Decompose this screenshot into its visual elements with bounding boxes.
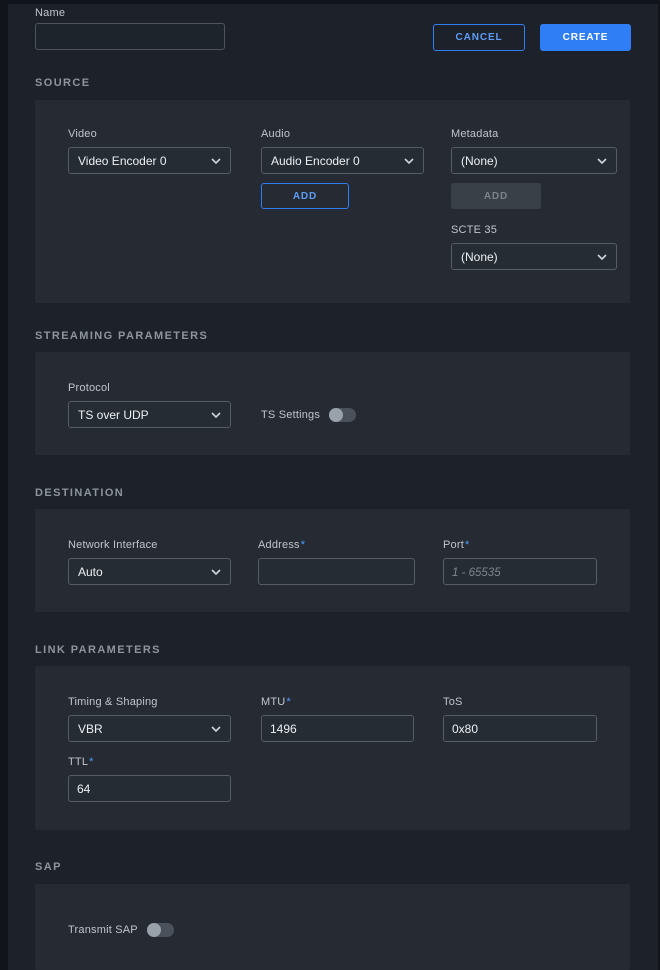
destination-section-title: DESTINATION — [35, 487, 124, 499]
name-input[interactable] — [35, 23, 225, 50]
required-asterisk: * — [286, 696, 290, 708]
metadata-select[interactable]: (None) — [451, 147, 617, 174]
streaming-panel: Protocol TS over UDP TS Settings — [35, 352, 630, 455]
network-interface-select-value: Auto — [78, 565, 103, 579]
link-panel: Timing & Shaping VBR MTU* ToS TTL* — [35, 666, 630, 830]
mtu-label-text: MTU — [261, 696, 285, 708]
ts-settings-toggle[interactable] — [329, 408, 356, 422]
port-label: Port* — [443, 539, 469, 551]
mtu-label: MTU* — [261, 696, 291, 708]
create-button[interactable]: CREATE — [540, 24, 631, 51]
address-label: Address* — [258, 539, 305, 551]
chevron-down-icon — [404, 158, 414, 164]
toggle-knob — [329, 408, 343, 422]
protocol-select[interactable]: TS over UDP — [68, 401, 231, 428]
ttl-input[interactable] — [68, 775, 231, 802]
network-interface-select[interactable]: Auto — [68, 558, 231, 585]
create-output-form: Name CANCEL CREATE SOURCE Video Video En… — [0, 0, 660, 970]
audio-label: Audio — [261, 128, 290, 140]
scte35-label: SCTE 35 — [451, 224, 497, 236]
transmit-sap-toggle[interactable] — [147, 923, 174, 937]
ts-settings-row: TS Settings — [261, 401, 356, 428]
required-asterisk: * — [89, 756, 93, 768]
sap-section-title: SAP — [35, 861, 62, 873]
port-input[interactable] — [443, 558, 597, 585]
metadata-select-value: (None) — [461, 154, 498, 168]
protocol-select-value: TS over UDP — [78, 408, 149, 422]
scte35-select[interactable]: (None) — [451, 243, 617, 270]
streaming-section-title: STREAMING PARAMETERS — [35, 330, 208, 342]
address-label-text: Address — [258, 539, 300, 551]
required-asterisk: * — [465, 539, 469, 551]
video-label: Video — [68, 128, 97, 140]
transmit-sap-label: Transmit SAP — [68, 924, 138, 936]
video-select[interactable]: Video Encoder 0 — [68, 147, 231, 174]
transmit-sap-row: Transmit SAP — [68, 916, 174, 943]
destination-panel: Network Interface Auto Address* Port* — [35, 509, 630, 612]
timing-shaping-label: Timing & Shaping — [68, 696, 158, 708]
left-edge — [0, 0, 8, 970]
chevron-down-icon — [597, 254, 607, 260]
metadata-label: Metadata — [451, 128, 498, 140]
address-input[interactable] — [258, 558, 415, 585]
audio-add-button[interactable]: ADD — [261, 183, 349, 209]
chevron-down-icon — [211, 412, 221, 418]
toggle-knob — [147, 923, 161, 937]
link-section-title: LINK PARAMETERS — [35, 644, 161, 656]
metadata-add-button[interactable]: ADD — [451, 183, 541, 209]
source-panel: Video Video Encoder 0 Audio Audio Encode… — [35, 100, 630, 303]
ttl-label-text: TTL — [68, 756, 88, 768]
chevron-down-icon — [597, 158, 607, 164]
chevron-down-icon — [211, 569, 221, 575]
port-label-text: Port — [443, 539, 464, 551]
ttl-label: TTL* — [68, 756, 94, 768]
audio-select[interactable]: Audio Encoder 0 — [261, 147, 424, 174]
audio-select-value: Audio Encoder 0 — [271, 154, 360, 168]
chevron-down-icon — [211, 726, 221, 732]
timing-shaping-select-value: VBR — [78, 722, 103, 736]
tos-input[interactable] — [443, 715, 597, 742]
source-section-title: SOURCE — [35, 77, 90, 89]
top-edge — [0, 0, 660, 4]
scte35-select-value: (None) — [461, 250, 498, 264]
tos-label: ToS — [443, 696, 463, 708]
video-select-value: Video Encoder 0 — [78, 154, 167, 168]
sap-panel: Transmit SAP — [35, 884, 630, 970]
ts-settings-label: TS Settings — [261, 409, 320, 421]
network-interface-label: Network Interface — [68, 539, 158, 551]
protocol-label: Protocol — [68, 382, 110, 394]
mtu-input[interactable] — [261, 715, 414, 742]
timing-shaping-select[interactable]: VBR — [68, 715, 231, 742]
chevron-down-icon — [211, 158, 221, 164]
required-asterisk: * — [301, 539, 305, 551]
name-label: Name — [35, 7, 65, 19]
cancel-button[interactable]: CANCEL — [433, 24, 525, 51]
